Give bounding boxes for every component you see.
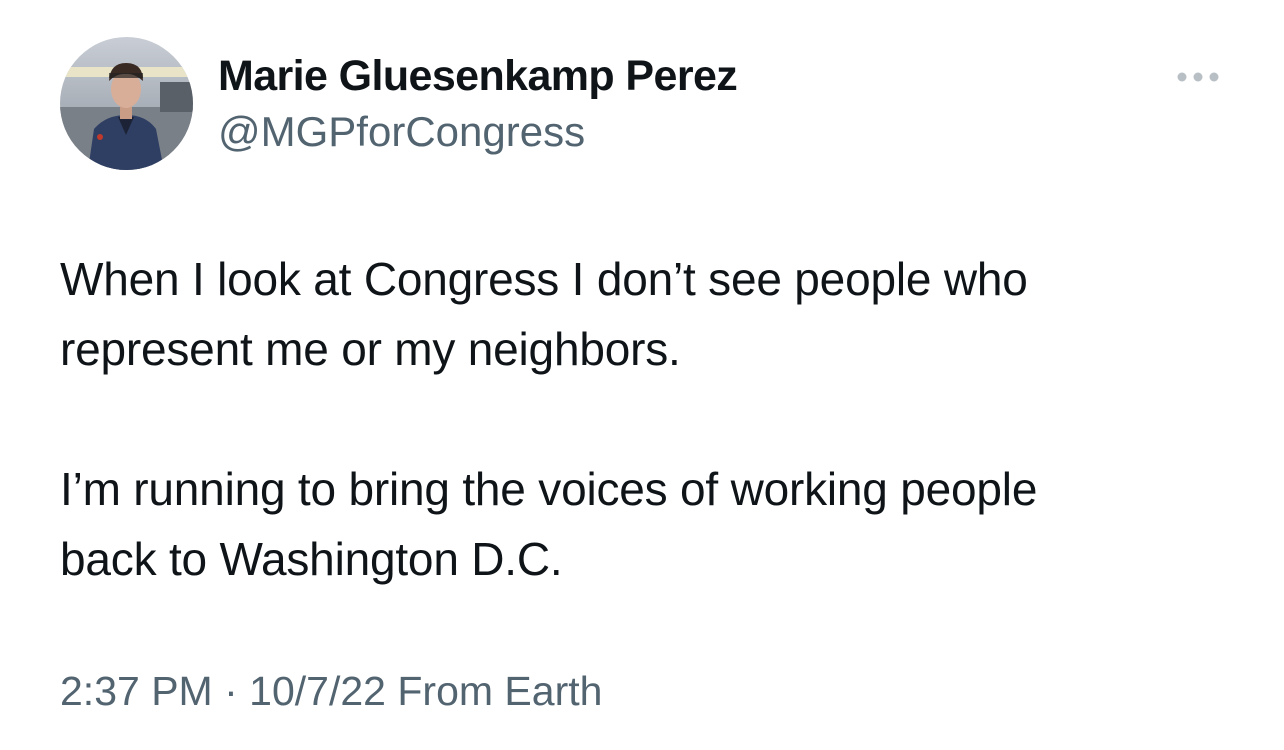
tweet-card: Marie Gluesenkamp Perez @MGPforCongress … [0, 0, 1284, 750]
author-handle[interactable]: @MGPforCongress [218, 108, 585, 156]
author-display-name[interactable]: Marie Gluesenkamp Perez [218, 52, 738, 101]
tweet-text-line: I’m running to bring the voices of worki… [60, 463, 1038, 515]
tweet-source: From Earth [397, 668, 603, 714]
more-options-icon [1177, 72, 1219, 82]
tweet-meta: 2:37 PM · 10/7/22 From Earth [60, 668, 602, 715]
tweet-text-line: back to Washington D.C. [60, 533, 563, 585]
tweet-date[interactable]: 10/7/22 [249, 668, 386, 714]
tweet-text-line: When I look at Congress I don’t see peop… [60, 253, 1028, 305]
tweet-paragraph: I’m running to bring the voices of worki… [60, 454, 1240, 594]
profile-photo-icon [60, 37, 193, 170]
tweet-time[interactable]: 2:37 PM [60, 668, 213, 714]
more-options-button[interactable] [1170, 60, 1226, 94]
meta-separator: · [224, 668, 238, 714]
tweet-paragraph: When I look at Congress I don’t see peop… [60, 244, 1240, 384]
avatar[interactable] [60, 37, 193, 170]
tweet-text-line: represent me or my neighbors. [60, 323, 681, 375]
